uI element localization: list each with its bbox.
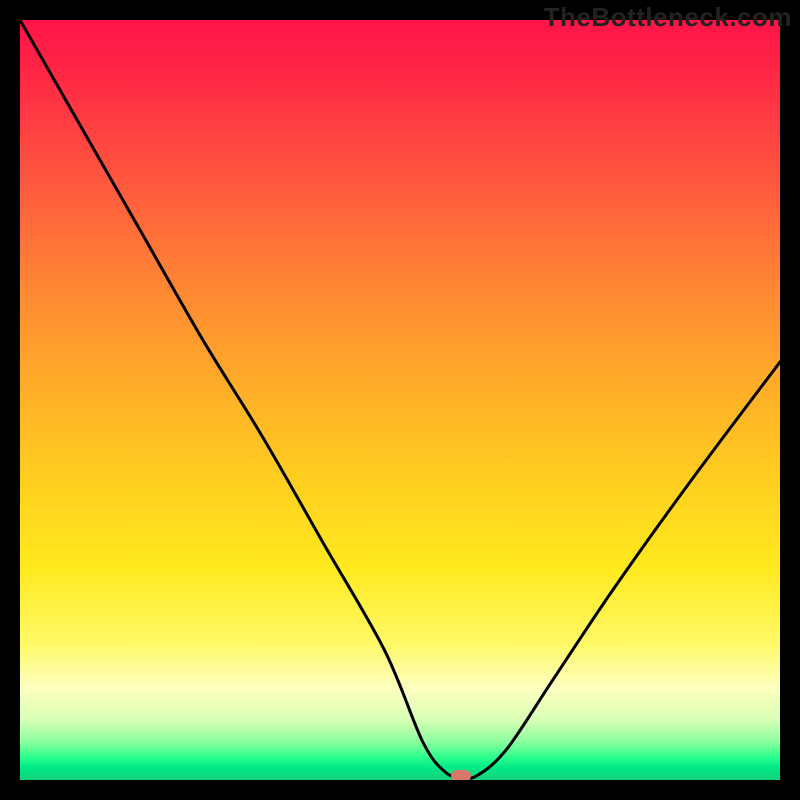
bottleneck-curve (20, 20, 780, 780)
plot-area (20, 20, 780, 780)
chart-frame: TheBottleneck.com (0, 0, 800, 800)
watermark-text: TheBottleneck.com (544, 2, 792, 33)
